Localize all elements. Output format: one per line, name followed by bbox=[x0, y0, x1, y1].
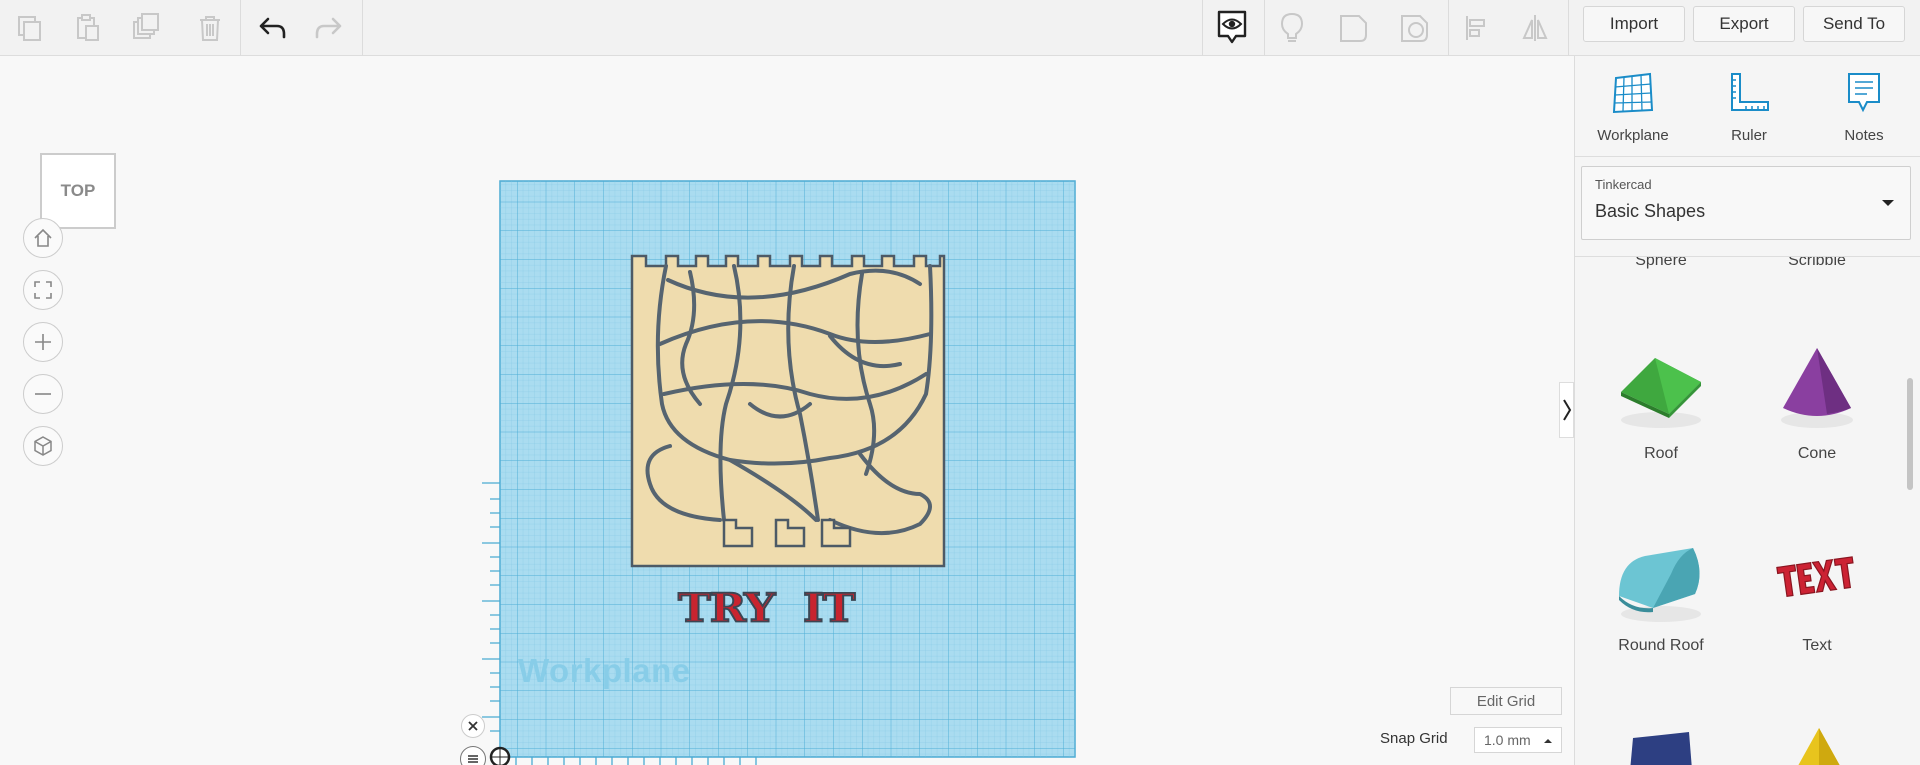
plus-icon bbox=[35, 334, 51, 350]
eye-bubble-icon bbox=[1217, 10, 1247, 44]
shape-solid-button[interactable] bbox=[1332, 6, 1376, 50]
paste-button[interactable] bbox=[66, 6, 110, 50]
roof-shape-icon bbox=[1621, 358, 1701, 428]
mirror-icon bbox=[1522, 15, 1548, 41]
workplane-tool[interactable]: Workplane bbox=[1583, 70, 1683, 144]
shape-hole-button[interactable] bbox=[1393, 6, 1437, 50]
shape-label: Roof bbox=[1644, 445, 1678, 462]
panel-scrollbar[interactable] bbox=[1907, 378, 1913, 490]
round-roof-shape-icon bbox=[1619, 548, 1701, 622]
shape-label: Cone bbox=[1797, 445, 1837, 462]
try-it-text-model[interactable]: TRY IT bbox=[677, 585, 878, 633]
shape-library-dropdown[interactable]: Tinkercad Basic Shapes bbox=[1581, 166, 1911, 240]
ruler-icon bbox=[1731, 73, 1769, 111]
notes-icon bbox=[1848, 73, 1880, 113]
duplicate-button[interactable] bbox=[124, 6, 168, 50]
list-icon bbox=[468, 755, 478, 763]
fit-view-icon bbox=[34, 281, 52, 299]
align-icon bbox=[1466, 16, 1485, 40]
shape-speech-icon bbox=[1340, 15, 1367, 42]
home-view-button[interactable] bbox=[23, 218, 63, 258]
export-button[interactable]: Export bbox=[1693, 6, 1795, 42]
ruler-tool[interactable]: Ruler bbox=[1699, 70, 1799, 144]
snap-grid-value: 1.0 mm bbox=[1484, 732, 1531, 748]
toolbar-divider bbox=[240, 0, 241, 56]
shape-scribble[interactable]: Scribble bbox=[1747, 257, 1887, 270]
undo-icon bbox=[259, 17, 286, 39]
hint-button[interactable] bbox=[1270, 6, 1314, 50]
shape-wedge-partial[interactable] bbox=[1591, 722, 1731, 765]
copy-button[interactable] bbox=[8, 6, 52, 50]
library-source-label: Tinkercad bbox=[1595, 177, 1652, 192]
shape-round-roof[interactable]: Round Roof bbox=[1591, 532, 1731, 655]
notes-tool[interactable]: Notes bbox=[1814, 70, 1914, 144]
panel-divider bbox=[1575, 156, 1920, 157]
shape-circle-icon bbox=[1401, 15, 1428, 42]
design-canvas[interactable]: TOP Workplane TRY IT Edit Grid Snap Grid… bbox=[0, 56, 1574, 765]
shape-label: Sphere bbox=[1635, 257, 1687, 269]
menu-circle-button[interactable] bbox=[460, 746, 486, 765]
toolbar-divider bbox=[1448, 0, 1449, 56]
redo-icon bbox=[315, 17, 342, 39]
right-panel: Workplane Ruler Notes Tinkercad Basic Sh… bbox=[1574, 56, 1920, 765]
workplane-icon bbox=[1612, 72, 1654, 114]
caret-up-icon bbox=[1544, 739, 1552, 743]
view-cube[interactable]: TOP bbox=[40, 153, 116, 229]
import-button[interactable]: Import bbox=[1583, 6, 1685, 42]
text-shape-icon bbox=[1776, 556, 1854, 598]
workplane-tool-label: Workplane bbox=[1597, 127, 1669, 144]
undo-button[interactable] bbox=[250, 6, 294, 50]
toolbar-divider bbox=[362, 0, 363, 56]
close-selection-button[interactable] bbox=[461, 714, 485, 738]
shape-pyramid-partial[interactable] bbox=[1747, 722, 1887, 765]
notes-tool-label: Notes bbox=[1844, 127, 1884, 144]
workplane-label: Workplane bbox=[518, 652, 691, 689]
zoom-in-button[interactable] bbox=[23, 322, 63, 362]
caret-down-icon bbox=[1882, 200, 1894, 206]
zoom-out-button[interactable] bbox=[23, 374, 63, 414]
shape-label: Text bbox=[1802, 637, 1832, 654]
show-all-button[interactable] bbox=[1210, 6, 1254, 50]
shape-label: Round Roof bbox=[1618, 637, 1704, 654]
snap-grid-label: Snap Grid bbox=[1380, 730, 1448, 747]
shape-text[interactable]: Text bbox=[1747, 532, 1887, 655]
shape-cone[interactable]: Cone bbox=[1747, 340, 1887, 463]
fit-view-button[interactable] bbox=[23, 270, 63, 310]
toolbar-divider bbox=[1202, 0, 1203, 56]
close-icon bbox=[468, 721, 478, 731]
edit-grid-button[interactable]: Edit Grid bbox=[1450, 687, 1562, 715]
mirror-button[interactable] bbox=[1513, 6, 1557, 50]
chevron-right-icon bbox=[1562, 399, 1571, 421]
shape-roof[interactable]: Roof bbox=[1591, 340, 1731, 463]
toolbar-divider bbox=[1568, 0, 1569, 56]
perspective-button[interactable] bbox=[23, 426, 63, 466]
delete-button[interactable] bbox=[188, 6, 232, 50]
lightbulb-icon bbox=[1280, 12, 1304, 42]
wedge-shape-icon bbox=[1630, 732, 1692, 765]
paste-icon bbox=[77, 14, 99, 41]
shape-grid: Sphere Scribble Roof Cone Round Roof Tex… bbox=[1575, 257, 1920, 765]
pyramid-shape-icon bbox=[1798, 728, 1840, 765]
cone-shape-icon bbox=[1781, 348, 1853, 428]
shape-label: Scribble bbox=[1788, 257, 1846, 269]
send-to-button[interactable]: Send To bbox=[1803, 6, 1905, 42]
cube-icon bbox=[34, 436, 52, 456]
ruler-tool-label: Ruler bbox=[1731, 127, 1767, 144]
redo-button[interactable] bbox=[307, 6, 351, 50]
duplicate-icon bbox=[133, 13, 159, 39]
collapse-panel-button[interactable] bbox=[1559, 382, 1574, 438]
copy-icon bbox=[18, 16, 41, 41]
shape-sphere[interactable]: Sphere bbox=[1591, 257, 1731, 270]
main-toolbar: Import Export Send To bbox=[0, 0, 1920, 56]
align-button[interactable] bbox=[1454, 6, 1498, 50]
toolbar-divider bbox=[1264, 0, 1265, 56]
minus-icon bbox=[35, 393, 51, 395]
castle-maze-model[interactable] bbox=[630, 254, 948, 574]
trash-icon bbox=[200, 16, 220, 41]
library-name: Basic Shapes bbox=[1595, 201, 1706, 221]
home-icon bbox=[34, 228, 52, 247]
snap-grid-select[interactable]: 1.0 mm bbox=[1474, 727, 1562, 753]
